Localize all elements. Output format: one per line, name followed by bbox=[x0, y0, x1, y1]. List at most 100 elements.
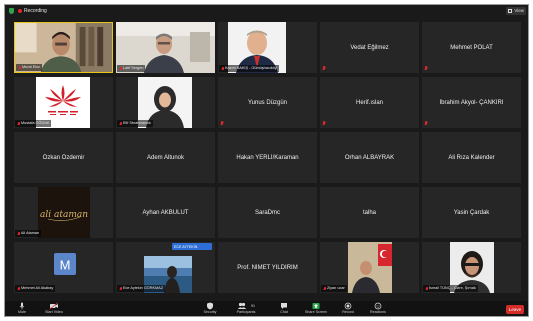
participant-name: Herif.ıslan bbox=[355, 99, 383, 106]
svg-text:ECE AYTEKİN: ECE AYTEKİN bbox=[174, 244, 198, 249]
participant-name-tag: Elif Sbrahmanok bbox=[117, 120, 153, 127]
participant-tile[interactable]: Yasin Çardak bbox=[422, 187, 521, 238]
svg-text:M: M bbox=[60, 258, 71, 273]
record-button[interactable]: Record bbox=[333, 302, 363, 315]
participant-tile[interactable]: talha bbox=[320, 187, 419, 238]
participant-name-tag: Mehmet Ali Akabay bbox=[15, 285, 56, 292]
participant-tile[interactable]: Latif Sergen bbox=[116, 22, 215, 73]
participant-tile[interactable]: ali ataman Ali Ataman bbox=[14, 187, 113, 238]
view-label: View bbox=[514, 8, 524, 13]
participant-tile[interactable]: Ayhan AKBULUT bbox=[116, 187, 215, 238]
recording-label[interactable]: Recording bbox=[24, 6, 47, 16]
encryption-shield-icon[interactable] bbox=[9, 8, 14, 14]
participant-name: SaraDmc bbox=[254, 209, 280, 216]
participant-name-tag: Ziyan ucar bbox=[321, 285, 347, 292]
participant-name: Ayhan AKBULUT bbox=[142, 209, 189, 216]
muted-mic-icon bbox=[17, 231, 20, 236]
participant-name: Vedat Eğilmez bbox=[350, 44, 389, 51]
participant-tile[interactable]: Hakan YERLİ/Karaman bbox=[218, 132, 317, 183]
muted-mic-icon bbox=[424, 121, 428, 126]
shield-icon bbox=[206, 302, 214, 310]
participant-name: Hakan YERLİ/Karaman bbox=[236, 154, 299, 161]
reactions-icon bbox=[374, 302, 382, 310]
participant-name-tag: Ali Ataman bbox=[15, 230, 42, 237]
participant-name: talha bbox=[362, 209, 376, 216]
leave-button[interactable]: Leave bbox=[506, 305, 524, 314]
participant-tile[interactable]: M Mehmet Ali Akabay bbox=[14, 242, 113, 293]
start-video-label: Start Video bbox=[45, 310, 63, 314]
participant-tile[interactable]: Adem Altunok bbox=[116, 132, 215, 183]
svg-text:ali ataman: ali ataman bbox=[40, 210, 88, 220]
view-button[interactable]: View bbox=[506, 7, 526, 15]
chat-label: Chat bbox=[280, 310, 288, 314]
mic-icon bbox=[18, 302, 26, 310]
mute-label: Mute bbox=[18, 310, 26, 314]
security-button[interactable]: Security bbox=[195, 302, 225, 315]
participant-tile[interactable]: Elif Sbrahmanok bbox=[116, 77, 215, 128]
participant-name-tag: İsmail TÜNÇ - Cizre, Şırnak bbox=[423, 285, 478, 292]
reactions-label: Reactions bbox=[370, 310, 386, 314]
muted-mic-icon bbox=[425, 286, 428, 291]
meeting-toolbar: Mute Start Video Security 91 Participant… bbox=[5, 301, 528, 316]
reactions-button[interactable]: Reactions bbox=[363, 302, 393, 315]
participants-button[interactable]: 91 Participants bbox=[231, 302, 261, 315]
chat-button[interactable]: Chat bbox=[269, 302, 299, 315]
muted-mic-icon bbox=[221, 66, 224, 71]
participant-name-tag: Mustafa ÖĞÜNK bbox=[15, 120, 52, 127]
participant-tile[interactable]: Vedat Eğilmez bbox=[320, 22, 419, 73]
participant-tile[interactable]: Ziyan ucar bbox=[320, 242, 419, 293]
participants-icon: 91 bbox=[237, 302, 255, 310]
muted-mic-icon bbox=[17, 121, 20, 126]
muted-mic-icon bbox=[220, 121, 224, 126]
participant-grid: Murat Ekiz Latif Sergen Kazım BAKIŞ - Gü… bbox=[14, 22, 522, 293]
muted-mic-icon bbox=[323, 286, 326, 291]
record-icon bbox=[344, 302, 352, 310]
participant-name: Yasin Çardak bbox=[453, 209, 490, 216]
muted-mic-icon bbox=[119, 121, 122, 126]
participant-tile[interactable]: Orhan ALBAYRAK bbox=[320, 132, 419, 183]
participant-tile[interactable]: Prof. NİMET YILDIRIM bbox=[218, 242, 317, 293]
participant-name: Adem Altunok bbox=[146, 154, 185, 161]
video-icon bbox=[49, 302, 59, 310]
participant-name: Ali Rıza Kalender bbox=[448, 154, 495, 161]
share-screen-label: Share Screen bbox=[305, 310, 327, 314]
muted-mic-icon bbox=[424, 66, 428, 71]
muted-mic-icon bbox=[18, 65, 21, 70]
participant-tile[interactable]: Ali Rıza Kalender bbox=[422, 132, 521, 183]
mute-button[interactable]: Mute bbox=[7, 302, 37, 315]
share-screen-button[interactable]: Share Screen bbox=[301, 302, 331, 315]
participant-name-tag: Murat Ekiz bbox=[16, 64, 42, 71]
record-label: Record bbox=[342, 310, 354, 314]
participant-tile[interactable]: Kazım BAKIŞ - Gümüşhacıköy bbox=[218, 22, 317, 73]
participant-tile[interactable]: Mehmet POLAT bbox=[422, 22, 521, 73]
top-bar: Recording View bbox=[5, 5, 528, 17]
share-screen-icon bbox=[312, 302, 320, 310]
muted-mic-icon bbox=[119, 66, 122, 71]
muted-mic-icon bbox=[322, 66, 326, 71]
chat-icon bbox=[280, 302, 288, 310]
muted-mic-icon bbox=[322, 121, 326, 126]
participant-tile[interactable]: ECE AYTEKİN Ece Aytekin GÖRKMAZ bbox=[116, 242, 215, 293]
participant-tile[interactable]: Özkan Özdemir bbox=[14, 132, 113, 183]
start-video-button[interactable]: Start Video bbox=[39, 302, 69, 315]
participant-name: Orhan ALBAYRAK bbox=[344, 154, 395, 161]
participant-name-tag: Ece Aytekin GÖRKMAZ bbox=[117, 285, 166, 292]
participant-tile[interactable]: İsmail TÜNÇ - Cizre, Şırnak bbox=[422, 242, 521, 293]
participant-tile[interactable]: SaraDmc bbox=[218, 187, 317, 238]
participant-tile[interactable]: Mustafa ÖĞÜNK bbox=[14, 77, 113, 128]
muted-mic-icon bbox=[17, 286, 20, 291]
participant-tile[interactable]: Yunus Düzgün bbox=[218, 77, 317, 128]
participant-count: 91 bbox=[251, 304, 255, 308]
participant-tile[interactable]: Murat Ekiz bbox=[14, 22, 113, 73]
recording-dot-icon bbox=[18, 9, 22, 13]
participants-label: Participants bbox=[236, 310, 256, 314]
participant-name-tag: Kazım BAKIŞ - Gümüşhacıköy bbox=[219, 65, 279, 72]
participant-name-tag: Latif Sergen bbox=[117, 65, 146, 72]
participant-name: Mehmet POLAT bbox=[450, 44, 493, 51]
muted-mic-icon bbox=[119, 286, 122, 291]
participant-tile[interactable]: İbrahim Akyol- ÇANKIRI bbox=[422, 77, 521, 128]
participant-name: Prof. NİMET YILDIRIM bbox=[237, 264, 298, 271]
participant-tile[interactable]: Herif.ıslan bbox=[320, 77, 419, 128]
participant-name: Yunus Düzgün bbox=[247, 99, 288, 106]
participant-name: Özkan Özdemir bbox=[42, 154, 85, 161]
